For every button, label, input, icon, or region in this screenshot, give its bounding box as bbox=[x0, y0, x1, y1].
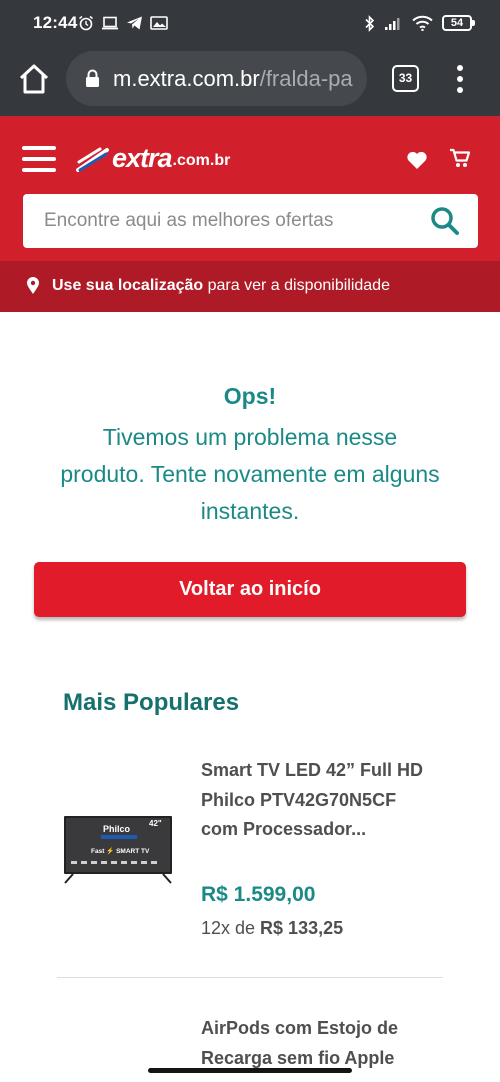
extra-logo[interactable]: extra .com.br bbox=[76, 144, 230, 172]
photo-vpn-icon bbox=[150, 16, 168, 30]
search-input[interactable] bbox=[23, 194, 418, 248]
location-pin-icon bbox=[27, 277, 39, 294]
search-icon[interactable] bbox=[430, 206, 460, 236]
url-domain: m.extra.com.br bbox=[113, 66, 260, 91]
back-to-home-button[interactable]: Voltar ao inicío bbox=[34, 562, 466, 617]
installment-prefix: 12x de bbox=[201, 918, 261, 938]
address-bar[interactable]: m.extra.com.br/fralda-pa bbox=[66, 51, 367, 106]
status-time: 12:44 bbox=[33, 13, 78, 32]
product-card[interactable]: Philco 42" Fast ⚡ SMART TV Smart TV LED … bbox=[57, 752, 443, 978]
alarm-icon bbox=[79, 15, 93, 31]
heart-icon[interactable] bbox=[406, 150, 428, 170]
menu-icon[interactable] bbox=[22, 146, 56, 172]
thumb-tag: Fast ⚡ SMART TV bbox=[91, 847, 150, 855]
error-message: Tivemos um problema nesse produto. Tente… bbox=[60, 424, 440, 524]
gesture-bar[interactable] bbox=[148, 1068, 352, 1073]
bluetooth-icon bbox=[365, 14, 375, 32]
signal-icon bbox=[385, 17, 400, 30]
product-installment: 12x de R$ 133,25 bbox=[201, 918, 343, 939]
search-bar bbox=[23, 194, 478, 248]
location-text-rest: para ver a disponibilidade bbox=[203, 277, 390, 294]
product-name[interactable]: AirPods com Estojo de Recarga sem fio Ap… bbox=[201, 1014, 426, 1073]
installment-value: R$ 133,25 bbox=[260, 918, 344, 938]
site-header: extra .com.br bbox=[0, 116, 500, 261]
popular-section-title: Mais Populares bbox=[63, 689, 240, 716]
more-vert-icon[interactable] bbox=[449, 62, 471, 96]
wifi-icon bbox=[412, 15, 433, 31]
location-text: Use sua localização para ver a disponibi… bbox=[52, 277, 390, 295]
thumb-brand: Philco bbox=[103, 824, 131, 834]
logo-swoosh-icon bbox=[76, 147, 109, 172]
tab-switcher-button[interactable]: 33 bbox=[392, 65, 419, 92]
location-bar[interactable]: Use sua localização para ver a disponibi… bbox=[0, 261, 500, 312]
logo-text: extra bbox=[112, 143, 173, 173]
cart-icon[interactable] bbox=[449, 147, 471, 169]
url-path: /fralda-pa bbox=[259, 66, 353, 91]
status-bar: 12:44 54 bbox=[0, 0, 500, 46]
thumb-size: 42" bbox=[149, 819, 162, 828]
home-icon[interactable] bbox=[17, 62, 51, 96]
battery-icon: 54 bbox=[442, 15, 475, 31]
url-text: m.extra.com.br/fralda-pa bbox=[113, 66, 353, 92]
product-price: R$ 1.599,00 bbox=[201, 883, 316, 906]
status-system-icons: 54 bbox=[364, 13, 475, 33]
telegram-icon bbox=[127, 16, 142, 30]
lock-icon bbox=[86, 69, 99, 87]
laptop-icon bbox=[102, 16, 118, 30]
location-text-bold: Use sua localização bbox=[52, 277, 204, 294]
error-title: Ops! bbox=[223, 383, 277, 409]
product-name[interactable]: Smart TV LED 42” Full HD Philco PTV42G70… bbox=[201, 756, 426, 845]
logo-domain: .com.br bbox=[172, 152, 231, 169]
status-notification-icons bbox=[78, 13, 168, 33]
product-image: Philco 42" Fast ⚡ SMART TV bbox=[64, 816, 172, 884]
browser-toolbar: m.extra.com.br/fralda-pa 33 bbox=[0, 46, 500, 116]
